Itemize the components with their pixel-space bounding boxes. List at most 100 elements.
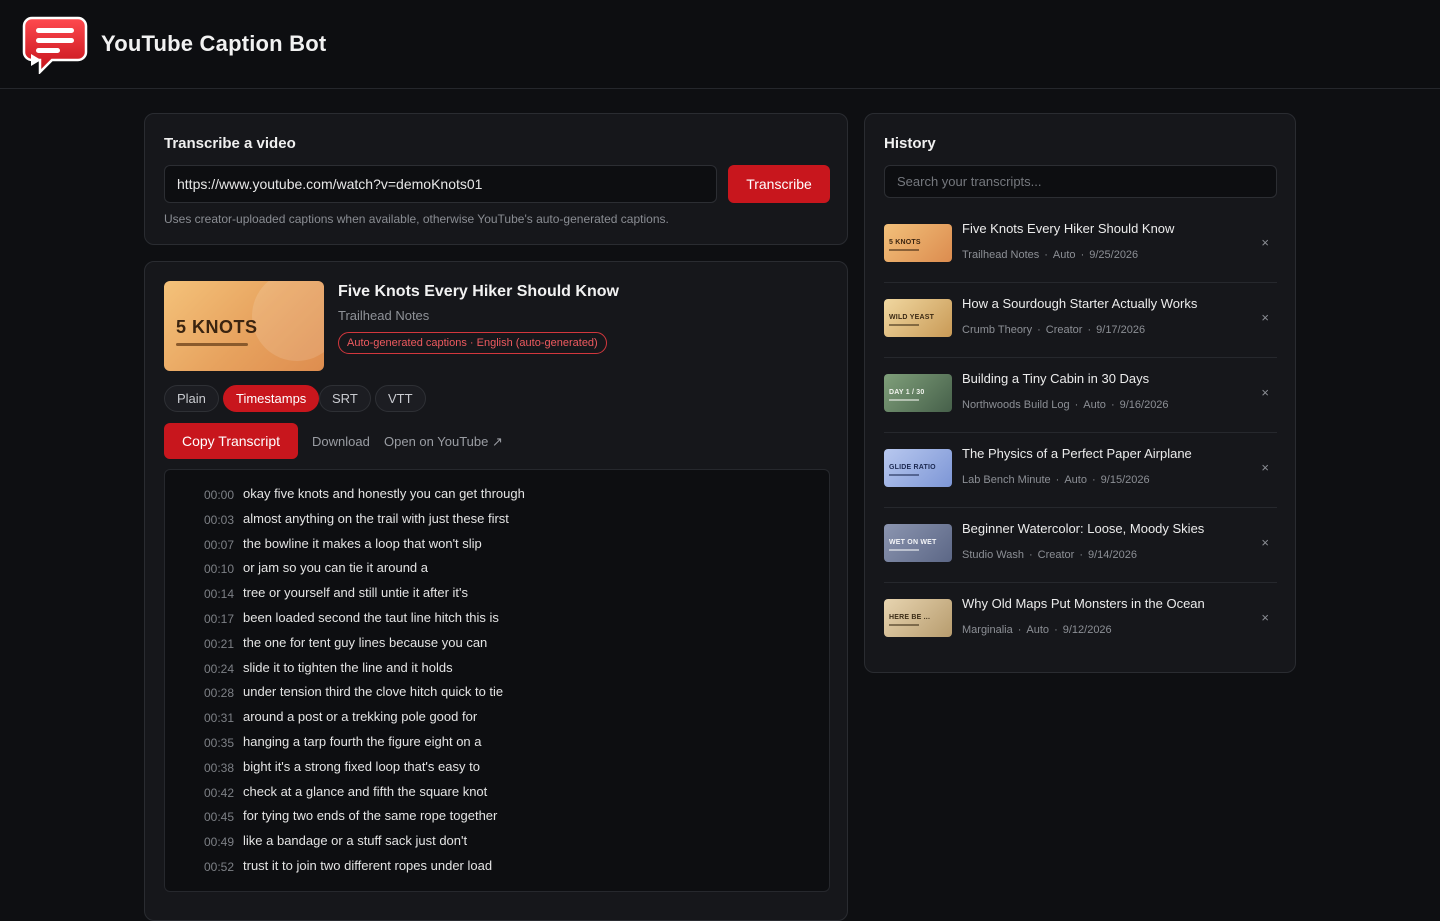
- caption-text: under tension third the clove hitch quic…: [243, 684, 504, 700]
- transcribe-panel: Transcribe a video Transcribe Uses creat…: [144, 113, 848, 245]
- history-thumbnail-underline: [889, 549, 919, 551]
- history-thumbnail: DAY 1 / 30: [884, 374, 952, 412]
- caption-text: check at a glance and fifth the square k…: [243, 783, 488, 799]
- history-thumbnail-text: HERE BE ...: [889, 614, 931, 621]
- caption-text: almost anything on the trail with just t…: [243, 510, 509, 526]
- history-item[interactable]: 5 KNOTS Five Knots Every Hiker Should Kno…: [884, 208, 1277, 283]
- history-item-meta: Marginalia · Auto · 9/12/2026: [962, 624, 1112, 636]
- timestamp[interactable]: 00:03: [204, 513, 234, 527]
- transcript-line: 00:03 almost anything on the trail with j…: [165, 511, 825, 531]
- history-item-title: How a Sourdough Starter Actually Works: [962, 296, 1198, 311]
- video-title: Five Knots Every Hiker Should Know: [338, 283, 619, 300]
- history-thumbnail-text: DAY 1 / 30: [889, 389, 925, 396]
- download-link[interactable]: Download: [312, 434, 370, 449]
- transcript-line: 00:52 trust it to join two different rope…: [165, 858, 825, 878]
- timestamp[interactable]: 00:17: [204, 612, 234, 626]
- timestamp[interactable]: 00:49: [204, 835, 234, 849]
- timestamp[interactable]: 00:14: [204, 587, 234, 601]
- caption-text: or jam so you can tie it around a: [243, 560, 428, 576]
- history-item-meta: Crumb Theory · Creator · 9/17/2026: [962, 324, 1145, 336]
- meta-separator: ·: [1017, 624, 1022, 636]
- history-item-channel: Lab Bench Minute: [962, 474, 1051, 486]
- transcript-line: 00:24 slide it to tighten the line and it…: [165, 660, 825, 680]
- history-thumbnail: WET ON WET: [884, 524, 952, 562]
- thumbnail-text: 5 KNOTS: [176, 317, 258, 337]
- meta-separator: ·: [1044, 249, 1048, 261]
- caption-text: hanging a tarp fourth the figure eight o…: [243, 734, 482, 749]
- remove-history-item-icon[interactable]: ×: [1261, 385, 1269, 400]
- remove-history-item-icon[interactable]: ×: [1261, 610, 1269, 625]
- timestamp[interactable]: 00:24: [204, 662, 234, 676]
- meta-separator: ·: [1091, 474, 1096, 486]
- history-item[interactable]: HERE BE ... Why Old Maps Put Monsters in …: [884, 583, 1277, 658]
- caption-text: the one for tent guy lines because you c…: [243, 634, 488, 650]
- history-item-caption-type: Creator: [1045, 324, 1083, 336]
- video-thumbnail[interactable]: 5 KNOTS: [164, 281, 324, 371]
- timestamp[interactable]: 00:00: [204, 488, 234, 502]
- history-item-meta: Studio Wash · Creator · 9/14/2026: [962, 549, 1137, 561]
- timestamp[interactable]: 00:28: [204, 686, 234, 700]
- history-item-title: Why Old Maps Put Monsters in the Ocean: [962, 596, 1205, 611]
- format-tab-plain[interactable]: Plain: [164, 385, 219, 412]
- history-item[interactable]: WET ON WET Beginner Watercolor: Loose, Mo…: [884, 508, 1277, 583]
- transcript-line: 00:49 like a bandage or a stuff sack just…: [165, 833, 825, 853]
- timestamp[interactable]: 00:42: [204, 786, 234, 800]
- transcript-line: 00:07 the bowline it makes a loop that wo…: [165, 536, 825, 556]
- history-item[interactable]: DAY 1 / 30 Building a Tiny Cabin in 30 Da…: [884, 358, 1277, 433]
- format-tab-vtt[interactable]: VTT: [375, 385, 426, 412]
- timestamp[interactable]: 00:52: [204, 860, 234, 874]
- remove-history-item-icon[interactable]: ×: [1261, 535, 1269, 550]
- history-thumbnail: WILD YEAST: [884, 299, 952, 337]
- app-title: YouTube Caption Bot: [101, 31, 327, 56]
- history-item[interactable]: WILD YEAST How a Sourdough Starter Actual…: [884, 283, 1277, 358]
- history-search-input[interactable]: [884, 165, 1277, 198]
- timestamp[interactable]: 00:45: [204, 810, 234, 824]
- timestamp[interactable]: 00:07: [204, 538, 234, 552]
- timestamp[interactable]: 00:10: [204, 562, 234, 576]
- video-url-input[interactable]: [164, 165, 717, 203]
- history-panel: History 5 KNOTS Five Knots Every Hiker Sh…: [864, 113, 1296, 673]
- meta-separator: ·: [1079, 549, 1083, 561]
- copy-transcript-button[interactable]: Copy Transcript: [164, 423, 298, 459]
- history-thumbnail-text: WET ON WET: [889, 539, 937, 546]
- remove-history-item-icon[interactable]: ×: [1261, 460, 1269, 475]
- history-item[interactable]: GLIDE RATIO The Physics of a Perfect Pape…: [884, 433, 1277, 508]
- caption-text: the bowline it makes a loop that won't s…: [243, 535, 482, 551]
- history-item-date: 9/12/2026: [1062, 624, 1112, 636]
- timestamp[interactable]: 00:21: [204, 637, 234, 651]
- transcript-line: 00:17 been loaded second the taut line hi…: [165, 610, 825, 630]
- history-item-caption-type: Auto: [1052, 249, 1076, 261]
- history-item-caption-type: Auto: [1026, 624, 1050, 636]
- history-heading: History: [884, 135, 936, 152]
- history-item-channel: Marginalia: [962, 624, 1013, 636]
- transcript-line: 00:00 okay five knots and honestly you ca…: [165, 486, 825, 506]
- timestamp[interactable]: 00:31: [204, 711, 234, 725]
- caption-text: trust it to join two different ropes und…: [243, 858, 493, 873]
- transcribe-button[interactable]: Transcribe: [728, 165, 830, 203]
- history-item-meta: Lab Bench Minute · Auto · 9/15/2026: [962, 474, 1150, 486]
- history-thumbnail-text: 5 KNOTS: [889, 239, 921, 246]
- caption-text: bight it's a strong fixed loop that's ea…: [243, 758, 480, 774]
- timestamp[interactable]: 00:38: [204, 761, 234, 775]
- remove-history-item-icon[interactable]: ×: [1261, 310, 1269, 325]
- remove-history-item-icon[interactable]: ×: [1261, 235, 1269, 250]
- history-item-meta: Trailhead Notes · Auto · 9/25/2026: [962, 249, 1138, 261]
- transcript-line: 00:31 around a post or a trekking pole go…: [165, 709, 825, 729]
- history-item-channel: Crumb Theory: [962, 324, 1033, 336]
- video-channel: Trailhead Notes: [338, 308, 430, 323]
- history-thumbnail-underline: [889, 399, 919, 401]
- format-tab-srt[interactable]: SRT: [319, 385, 371, 412]
- history-item-date: 9/17/2026: [1096, 324, 1146, 336]
- meta-separator: ·: [1055, 474, 1060, 486]
- meta-separator: ·: [1028, 549, 1033, 561]
- transcript-result-panel: 5 KNOTS Five Knots Every Hiker Should Kn…: [144, 261, 848, 921]
- meta-separator: ·: [1074, 399, 1079, 411]
- history-thumbnail-text: WILD YEAST: [889, 314, 935, 321]
- history-item-title: The Physics of a Perfect Paper Airplane: [962, 446, 1192, 461]
- timestamp[interactable]: 00:35: [204, 736, 234, 750]
- open-on-youtube-link[interactable]: Open on YouTube ↗: [384, 434, 503, 450]
- format-tab-timestamps[interactable]: Timestamps: [223, 385, 320, 412]
- caption-text: slide it to tighten the line and it hold…: [243, 659, 453, 675]
- transcript-view[interactable]: 00:00 okay five knots and honestly you ca…: [164, 469, 830, 892]
- history-item-channel: Trailhead Notes: [962, 249, 1040, 261]
